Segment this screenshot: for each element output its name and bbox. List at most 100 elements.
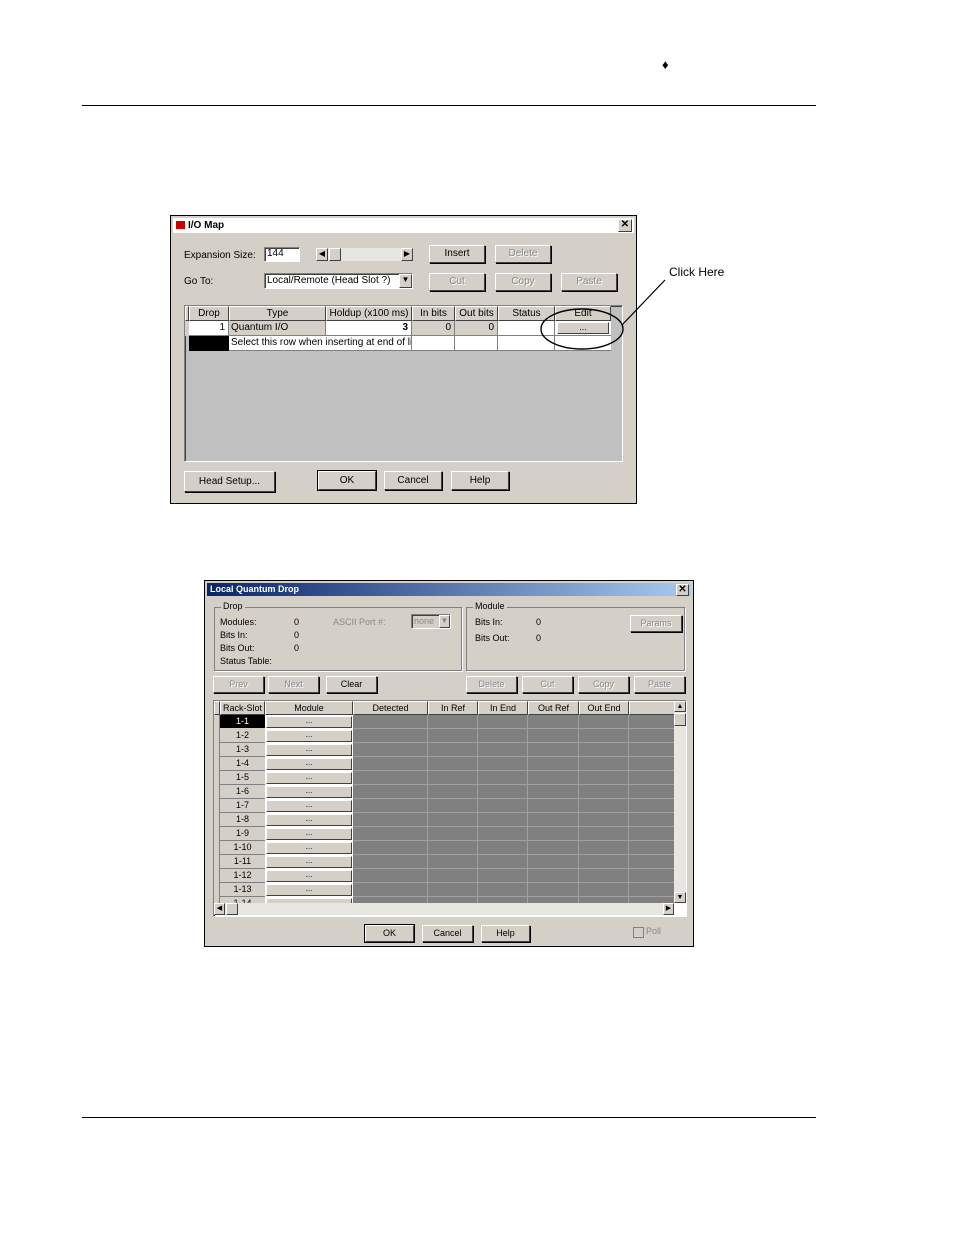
rack-slot-cell[interactable]: 1-8 bbox=[220, 813, 265, 827]
grid-cell bbox=[629, 813, 674, 827]
delete-button[interactable]: Delete bbox=[466, 676, 517, 693]
col-drop[interactable]: Drop bbox=[189, 306, 229, 321]
module-select-button[interactable]: ... bbox=[266, 800, 352, 812]
insert-button[interactable]: Insert bbox=[429, 245, 485, 263]
row-type[interactable]: Quantum I/O bbox=[229, 321, 326, 336]
row-drop[interactable]: 1 bbox=[189, 321, 229, 336]
insert-row-text[interactable]: Select this row when inserting at end of… bbox=[229, 336, 412, 351]
grid-hscrollbar[interactable]: ◀ ▶ bbox=[214, 903, 674, 915]
rack-slot-cell[interactable]: 1-11 bbox=[220, 855, 265, 869]
io-map-titlebar: I/O Map ✕ bbox=[173, 218, 634, 233]
rack-slot-cell[interactable]: 1-6 bbox=[220, 785, 265, 799]
params-button[interactable]: Params bbox=[630, 615, 682, 632]
scroll-right-icon[interactable]: ▶ bbox=[663, 903, 674, 915]
module-group: Module Bits In: 0 Bits Out: 0 Params bbox=[466, 601, 685, 671]
expansion-size-input[interactable]: 144 bbox=[264, 247, 300, 262]
scroll-left-icon[interactable]: ◀ bbox=[214, 903, 225, 915]
delete-button[interactable]: Delete bbox=[495, 245, 551, 263]
grid-cell bbox=[478, 743, 528, 757]
rack-slot-cell[interactable]: 1-9 bbox=[220, 827, 265, 841]
module-select-button[interactable]: ... bbox=[266, 856, 352, 868]
poll-checkbox[interactable] bbox=[633, 927, 644, 938]
prev-button[interactable]: Prev bbox=[213, 676, 264, 693]
module-select-button[interactable]: ... bbox=[266, 730, 352, 742]
col-out-ref[interactable]: Out Ref bbox=[528, 701, 579, 715]
rack-slot-cell[interactable]: 1-12 bbox=[220, 869, 265, 883]
goto-select[interactable]: Local/Remote (Head Slot ?) ▼ bbox=[264, 273, 413, 289]
cancel-button[interactable]: Cancel bbox=[384, 471, 442, 490]
paste-button[interactable]: Paste bbox=[634, 676, 685, 693]
grid-cell bbox=[579, 729, 629, 743]
scroll-thumb[interactable] bbox=[329, 248, 341, 261]
clear-button[interactable]: Clear bbox=[326, 676, 377, 693]
grid-cell bbox=[428, 785, 478, 799]
grid-cell bbox=[428, 855, 478, 869]
col-rack-slot[interactable]: Rack-Slot bbox=[220, 701, 265, 715]
expansion-scrollbar[interactable]: ◀ ▶ bbox=[316, 248, 413, 261]
rack-slot-cell[interactable]: 1-13 bbox=[220, 883, 265, 897]
chevron-down-icon[interactable]: ▼ bbox=[399, 274, 412, 288]
module-select-button[interactable]: ... bbox=[266, 716, 352, 728]
scroll-down-icon[interactable]: ▼ bbox=[674, 892, 686, 903]
grid-cell bbox=[478, 841, 528, 855]
rack-slot-cell[interactable]: 1-2 bbox=[220, 729, 265, 743]
scroll-thumb[interactable] bbox=[674, 713, 686, 726]
col-holdup[interactable]: Holdup (x100 ms) bbox=[326, 306, 412, 321]
scroll-right-icon[interactable]: ▶ bbox=[401, 248, 413, 261]
bits-out-value: 0 bbox=[294, 643, 300, 653]
grid-cell bbox=[528, 771, 579, 785]
grid-cell bbox=[353, 841, 428, 855]
module-select-button[interactable]: ... bbox=[266, 828, 352, 840]
ascii-port-select[interactable]: none ▼ bbox=[411, 614, 451, 629]
rack-slot-cell[interactable]: 1-7 bbox=[220, 799, 265, 813]
module-select-button[interactable]: ... bbox=[266, 786, 352, 798]
col-in-end[interactable]: In End bbox=[478, 701, 528, 715]
module-select-button[interactable]: ... bbox=[266, 772, 352, 784]
cut-button[interactable]: Cut bbox=[429, 273, 485, 291]
grid-cell bbox=[428, 841, 478, 855]
chevron-down-icon[interactable]: ▼ bbox=[439, 615, 450, 628]
module-select-button[interactable]: ... bbox=[266, 870, 352, 882]
rack-slot-cell[interactable]: 1-4 bbox=[220, 757, 265, 771]
rack-slot-cell[interactable]: 1-1 bbox=[220, 715, 265, 729]
col-out-end[interactable]: Out End bbox=[579, 701, 629, 715]
insert-row-cell bbox=[455, 336, 498, 351]
cancel-button[interactable]: Cancel bbox=[422, 925, 473, 942]
row-holdup[interactable]: 3 bbox=[326, 321, 412, 336]
goto-value: Local/Remote (Head Slot ?) bbox=[267, 275, 391, 286]
head-setup-button[interactable]: Head Setup... bbox=[184, 471, 275, 492]
next-button[interactable]: Next bbox=[268, 676, 319, 693]
grid-vscrollbar[interactable]: ▲ ▼ bbox=[674, 701, 686, 903]
module-select-button[interactable]: ... bbox=[266, 758, 352, 770]
col-in-bits[interactable]: In bits bbox=[412, 306, 455, 321]
grid-cell bbox=[579, 883, 629, 897]
ok-button[interactable]: OK bbox=[317, 470, 377, 491]
col-out-bits[interactable]: Out bits bbox=[455, 306, 498, 321]
module-select-button[interactable]: ... bbox=[266, 814, 352, 826]
scroll-left-icon[interactable]: ◀ bbox=[316, 248, 328, 261]
module-cell: ... bbox=[265, 869, 353, 883]
insert-row-selector[interactable] bbox=[189, 336, 229, 351]
module-select-button[interactable]: ... bbox=[266, 842, 352, 854]
ok-button[interactable]: OK bbox=[364, 924, 415, 943]
close-icon[interactable]: ✕ bbox=[618, 219, 632, 232]
col-type[interactable]: Type bbox=[229, 306, 326, 321]
module-select-button[interactable]: ... bbox=[266, 884, 352, 896]
rack-slot-cell[interactable]: 1-3 bbox=[220, 743, 265, 757]
close-icon[interactable]: ✕ bbox=[676, 584, 689, 596]
copy-button[interactable]: Copy bbox=[578, 676, 629, 693]
col-blank bbox=[629, 701, 674, 715]
grid-cell bbox=[528, 785, 579, 799]
rack-slot-cell[interactable]: 1-5 bbox=[220, 771, 265, 785]
help-button[interactable]: Help bbox=[451, 471, 509, 490]
col-in-ref[interactable]: In Ref bbox=[428, 701, 478, 715]
col-module[interactable]: Module bbox=[265, 701, 353, 715]
help-button[interactable]: Help bbox=[481, 925, 530, 942]
cut-button[interactable]: Cut bbox=[522, 676, 573, 693]
scroll-thumb[interactable] bbox=[226, 903, 238, 915]
grid-cell bbox=[353, 743, 428, 757]
col-detected[interactable]: Detected bbox=[353, 701, 428, 715]
rack-slot-cell[interactable]: 1-10 bbox=[220, 841, 265, 855]
module-select-button[interactable]: ... bbox=[266, 744, 352, 756]
scroll-up-icon[interactable]: ▲ bbox=[674, 701, 686, 712]
